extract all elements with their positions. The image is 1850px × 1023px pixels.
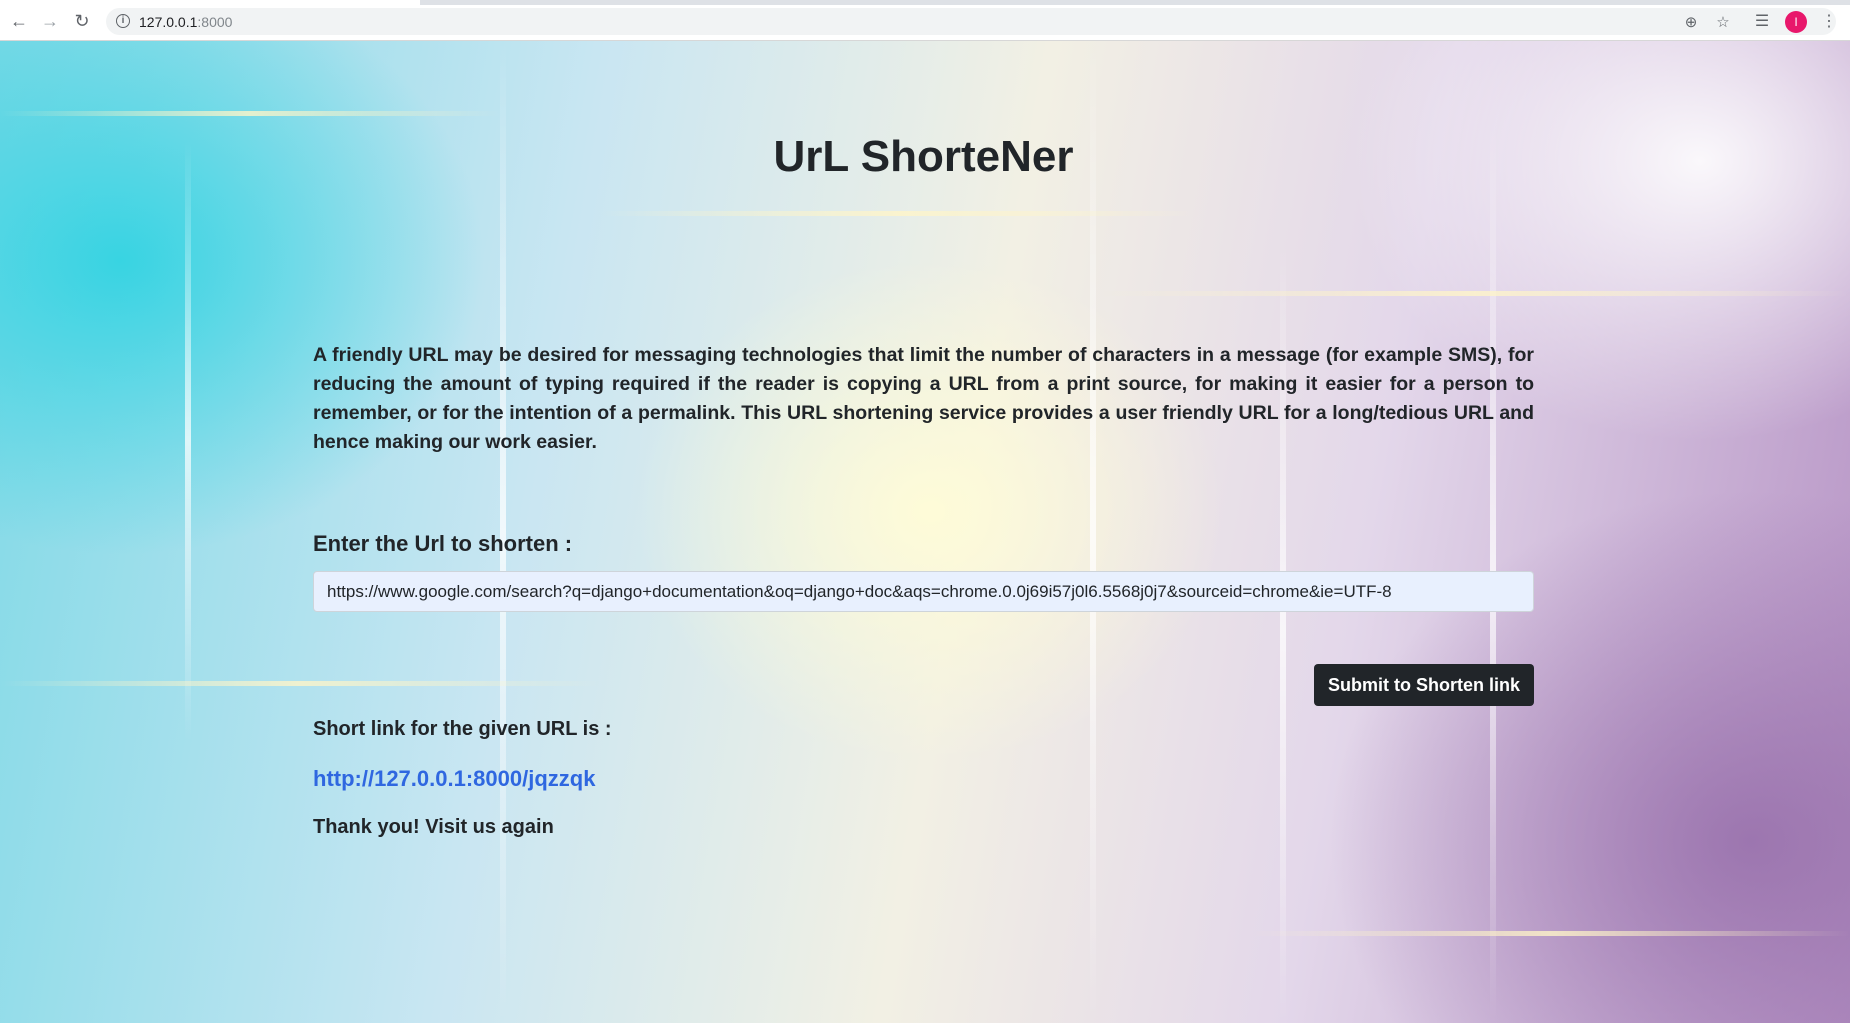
address-bar[interactable]: i 127.0.0.1:8000 ⊕ ☆: [106, 8, 1836, 35]
active-tab[interactable]: [0, 0, 420, 5]
background-light-line: [0, 681, 600, 686]
submit-shorten-button[interactable]: Submit to Shorten link: [1314, 664, 1534, 706]
address-url[interactable]: 127.0.0.1:8000: [139, 14, 232, 30]
short-link-label: Short link for the given URL is :: [313, 718, 612, 740]
short-link[interactable]: http://127.0.0.1:8000/jqzzqk: [313, 766, 595, 792]
zoom-icon[interactable]: ⊕: [1682, 13, 1700, 31]
forward-arrow-icon[interactable]: →: [39, 10, 61, 32]
bookmark-star-icon[interactable]: ☆: [1714, 13, 1732, 31]
description-text: A friendly URL may be desired for messag…: [313, 344, 1534, 453]
tab-strip: [0, 0, 1850, 5]
media-controls-icon[interactable]: ☰: [1751, 10, 1773, 32]
background-light-line: [0, 111, 500, 116]
url-port: :8000: [197, 14, 233, 30]
menu-kebab-icon[interactable]: ⋮: [1818, 10, 1840, 32]
page-body: UrL ShorteNer A friendly URL may be desi…: [0, 41, 1850, 1023]
background-light-line: [185, 141, 191, 741]
background-light-line: [600, 211, 1200, 216]
reload-icon[interactable]: ↻: [71, 10, 93, 32]
url-input-label: Enter the Url to shorten :: [313, 531, 573, 556]
background-light-line: [1100, 291, 1850, 296]
back-arrow-icon[interactable]: ←: [8, 10, 30, 32]
thank-you-text: Thank you! Visit us again: [313, 816, 554, 838]
background-light-line: [1250, 931, 1850, 936]
avatar[interactable]: I: [1785, 11, 1807, 33]
url-host: 127.0.0.1: [139, 14, 198, 30]
page-title: UrL ShorteNer: [773, 132, 1074, 181]
site-info-icon[interactable]: i: [116, 14, 130, 28]
background-light-line: [1090, 41, 1096, 1023]
url-input[interactable]: [313, 571, 1534, 612]
browser-toolbar: ← → ↻ i 127.0.0.1:8000 ⊕ ☆ ☰ I ⋮: [0, 0, 1850, 41]
